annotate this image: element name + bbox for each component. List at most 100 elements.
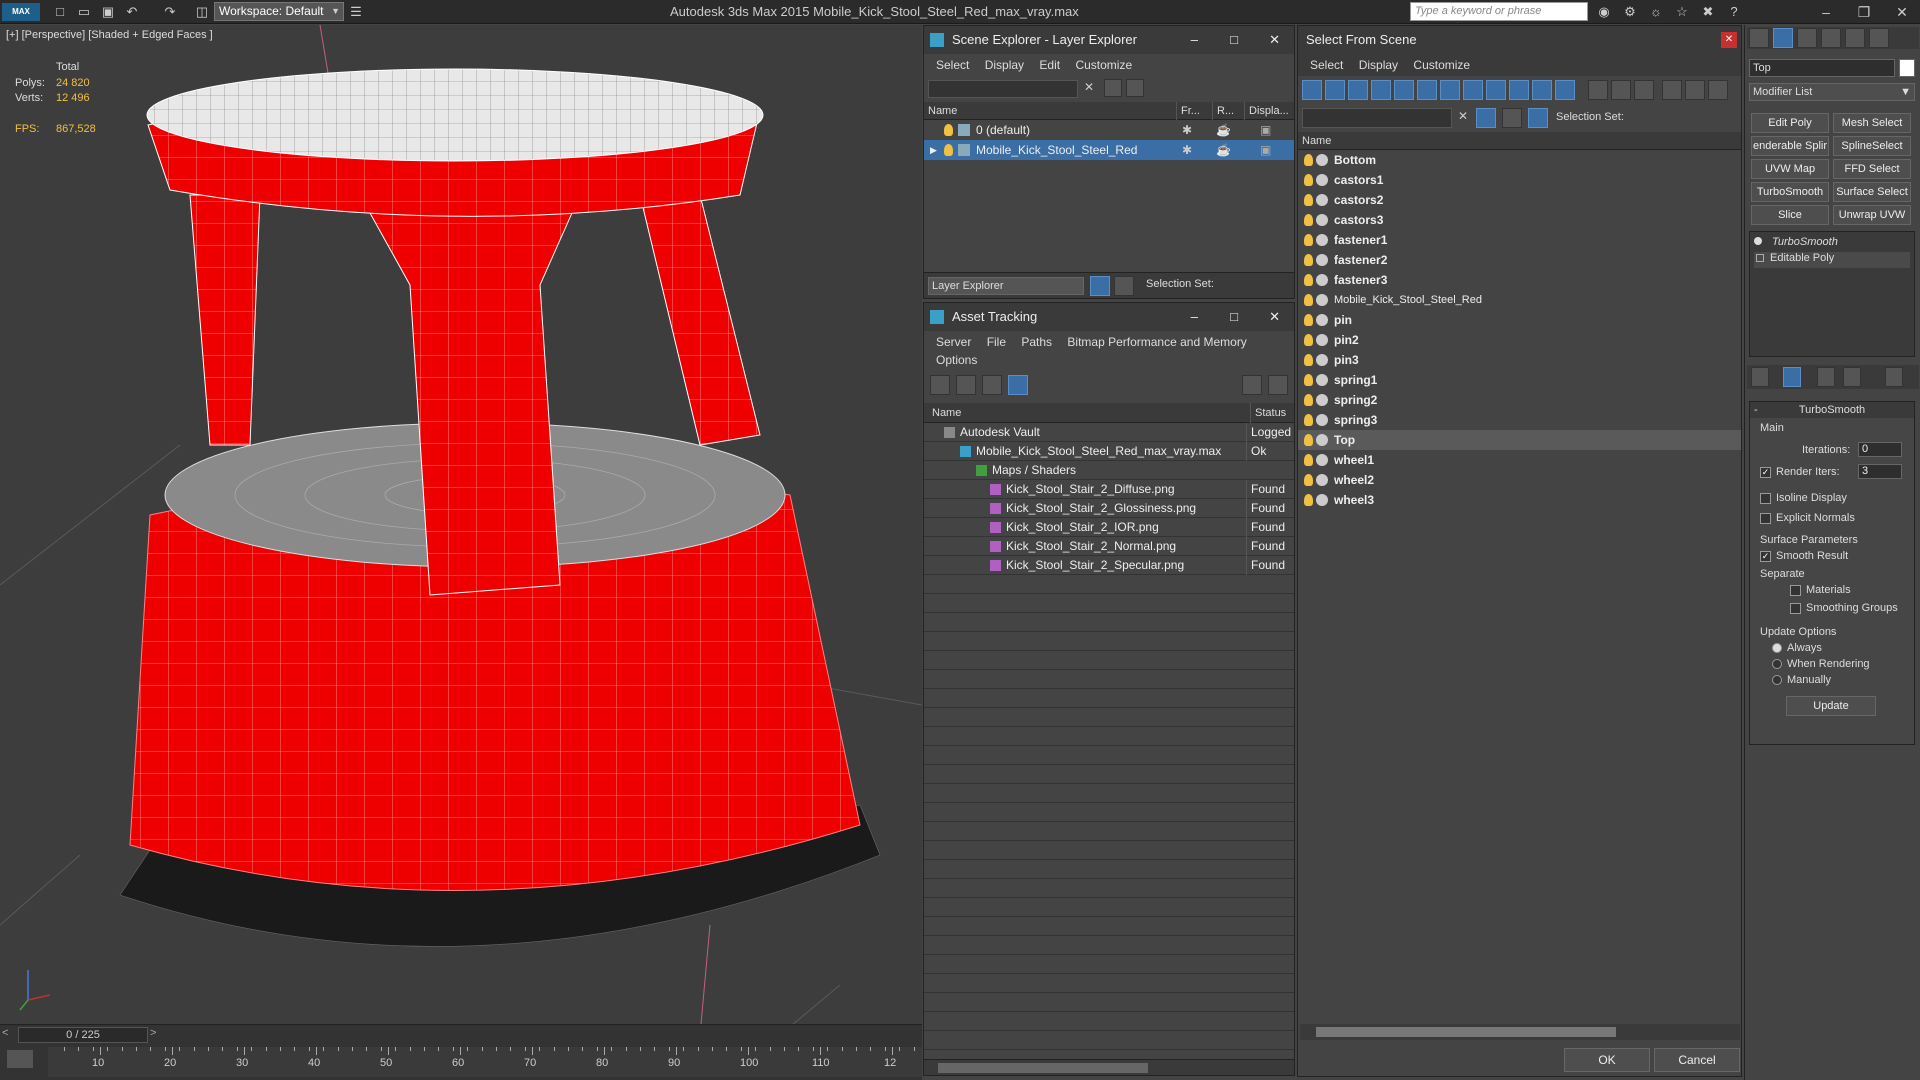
filter-icon[interactable]: [1662, 80, 1682, 100]
bulb-icon[interactable]: [1304, 474, 1313, 486]
close-icon[interactable]: ✕: [1884, 2, 1920, 22]
always-radio[interactable]: [1772, 643, 1782, 654]
modifier-button[interactable]: TurboSmooth: [1751, 182, 1829, 202]
object-row[interactable]: spring2: [1298, 390, 1741, 410]
find-input[interactable]: [928, 80, 1078, 98]
bulb-icon[interactable]: [1304, 374, 1313, 386]
render-iters-spinner[interactable]: 3: [1858, 464, 1902, 479]
select-from-scene-title-bar[interactable]: Select From Scene ✕: [1298, 26, 1741, 54]
modifier-button[interactable]: Slice: [1751, 205, 1829, 225]
object-color-swatch[interactable]: [1899, 59, 1915, 77]
display-tab-icon[interactable]: [1845, 28, 1865, 48]
table-icon[interactable]: [982, 375, 1002, 395]
close-icon[interactable]: ✕: [1269, 26, 1280, 54]
layer-tool-icon[interactable]: [1126, 79, 1144, 97]
horizontal-scrollbar[interactable]: [1300, 1024, 1740, 1040]
asset-row[interactable]: Maps / Shaders: [924, 461, 1294, 480]
display-bones-icon[interactable]: [1486, 80, 1506, 100]
next-frame-icon[interactable]: >: [150, 1027, 156, 1039]
asset-row[interactable]: Mobile_Kick_Stool_Steel_Red_max_vray.max…: [924, 442, 1294, 461]
asset-tracking-title-bar[interactable]: Asset Tracking – □ ✕: [924, 303, 1294, 331]
menu-select[interactable]: Select: [1310, 58, 1343, 72]
menu-customize[interactable]: Customize: [1075, 58, 1132, 72]
modify-tab-icon[interactable]: [1773, 28, 1793, 48]
close-icon[interactable]: ✕: [1721, 32, 1737, 48]
bulb-icon[interactable]: [1304, 394, 1313, 406]
select-search-input[interactable]: [1302, 108, 1452, 128]
object-row[interactable]: fastener2: [1298, 250, 1741, 270]
explicit-normals-checkbox[interactable]: [1760, 512, 1771, 524]
remove-modifier-icon[interactable]: [1843, 367, 1861, 387]
object-row[interactable]: spring3: [1298, 410, 1741, 430]
create-tab-icon[interactable]: [1749, 28, 1769, 48]
layers-icon[interactable]: [1090, 276, 1110, 296]
dropdown-arrow-icon[interactable]: ☰: [346, 3, 366, 21]
modifier-button[interactable]: Mesh Select: [1833, 113, 1911, 133]
search-input[interactable]: Type a keyword or phrase: [1410, 2, 1588, 21]
smooth-result-checkbox[interactable]: ✓: [1760, 550, 1771, 562]
asset-row[interactable]: Kick_Stool_Stair_2_Specular.png Found: [924, 556, 1294, 575]
stack-item-turbosmooth[interactable]: TurboSmooth: [1754, 236, 1838, 248]
menu-bitmap[interactable]: Bitmap Performance and Memory: [1067, 335, 1246, 349]
bulb-icon[interactable]: [944, 144, 953, 156]
save-icon[interactable]: ▣: [98, 3, 118, 21]
viewport-label[interactable]: [+] [Perspective] [Shaded + Edged Faces …: [6, 29, 213, 41]
app-logo[interactable]: MAX: [2, 3, 40, 21]
display-spacewarps-icon[interactable]: [1417, 80, 1437, 100]
maximize-icon[interactable]: ❐: [1846, 2, 1882, 22]
bulb-icon[interactable]: [1304, 274, 1313, 286]
menu-display[interactable]: Display: [985, 58, 1024, 72]
rollout-header[interactable]: - TurboSmooth: [1750, 402, 1914, 418]
menu-display[interactable]: Display: [1359, 58, 1398, 72]
settings-icon[interactable]: [1268, 375, 1288, 395]
manually-radio[interactable]: [1772, 675, 1782, 686]
redo-icon[interactable]: ↷: [160, 3, 180, 21]
refresh-icon[interactable]: [930, 375, 950, 395]
bulb-icon[interactable]: [1304, 154, 1313, 166]
display-cameras-icon[interactable]: [1371, 80, 1391, 100]
bulb-icon[interactable]: [1304, 314, 1313, 326]
help-icon[interactable]: [1242, 375, 1262, 395]
tools-icon[interactable]: ⚙: [1620, 3, 1640, 21]
display-containers-icon[interactable]: [1509, 80, 1529, 100]
select-name-header[interactable]: Name: [1298, 132, 1741, 150]
object-row[interactable]: fastener3: [1298, 270, 1741, 290]
menu-file[interactable]: File: [987, 335, 1006, 349]
modifier-button[interactable]: Surface Select: [1833, 182, 1911, 202]
minimize-icon[interactable]: –: [1191, 303, 1198, 331]
pin-stack-icon[interactable]: [1751, 367, 1769, 387]
modifier-button[interactable]: SplineSelect: [1833, 136, 1911, 156]
track-bar[interactable]: 10 20 30 40 50 60 70 80 90 100 110 12: [48, 1047, 922, 1077]
col-status[interactable]: Status: [1250, 403, 1286, 423]
scroll-thumb[interactable]: [1316, 1027, 1616, 1037]
asset-row[interactable]: Autodesk Vault Logged: [924, 423, 1294, 442]
binoculars-icon[interactable]: ◉: [1594, 3, 1614, 21]
bulb-icon[interactable]: [1304, 434, 1313, 446]
project-icon[interactable]: ◫: [192, 3, 212, 21]
undo-icon[interactable]: ↶: [122, 3, 142, 21]
favorites-icon[interactable]: ☆: [1672, 3, 1692, 21]
object-row[interactable]: fastener1: [1298, 230, 1741, 250]
asset-row[interactable]: Kick_Stool_Stair_2_Normal.png Found: [924, 537, 1294, 556]
make-unique-icon[interactable]: [1817, 367, 1835, 387]
iterations-spinner[interactable]: 0: [1858, 442, 1902, 457]
bulb-icon[interactable]: [1304, 194, 1313, 206]
bulb-icon[interactable]: [1304, 414, 1313, 426]
maximize-icon[interactable]: □: [1230, 303, 1238, 331]
materials-checkbox[interactable]: [1790, 584, 1801, 596]
asset-row[interactable]: Kick_Stool_Stair_2_IOR.png Found: [924, 518, 1294, 537]
smoothing-groups-checkbox[interactable]: [1790, 602, 1801, 614]
list-icon[interactable]: [956, 375, 976, 395]
object-row[interactable]: castors1: [1298, 170, 1741, 190]
display-shapes-icon[interactable]: [1325, 80, 1345, 100]
cancel-button[interactable]: Cancel: [1654, 1048, 1740, 1072]
hierarchy-tab-icon[interactable]: [1797, 28, 1817, 48]
asset-row[interactable]: Kick_Stool_Stair_2_Diffuse.png Found: [924, 480, 1294, 499]
when-rendering-radio[interactable]: [1772, 659, 1782, 670]
modifier-button[interactable]: FFD Select: [1833, 159, 1911, 179]
bulb-icon[interactable]: [1304, 454, 1313, 466]
object-row[interactable]: spring1: [1298, 370, 1741, 390]
bulb-icon[interactable]: [1304, 254, 1313, 266]
exchange-icon[interactable]: ✖: [1698, 3, 1718, 21]
open-file-icon[interactable]: ▭: [74, 3, 94, 21]
